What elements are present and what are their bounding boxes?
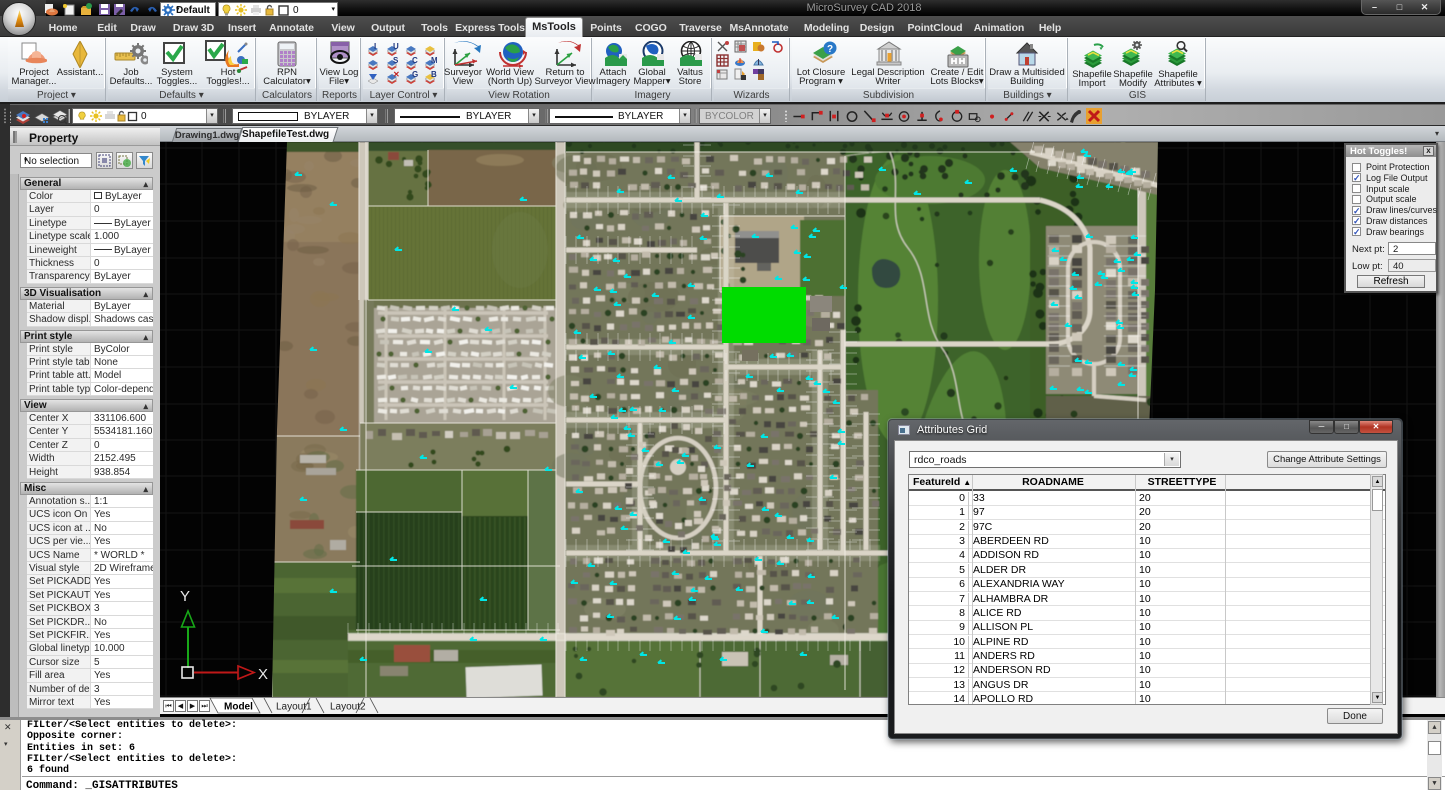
svg-text:S: S: [393, 56, 399, 65]
svg-text:G: G: [412, 70, 418, 79]
svg-text:C: C: [412, 56, 418, 65]
svg-text:X: X: [258, 666, 268, 683]
svg-text:✕: ✕: [393, 70, 399, 79]
svg-text:?: ?: [827, 44, 833, 55]
svg-text:I: I: [374, 42, 376, 51]
svg-text:M: M: [431, 56, 437, 65]
svg-text:Model: Model: [224, 702, 253, 713]
svg-text:Layout1: Layout1: [276, 702, 312, 713]
svg-text:U: U: [393, 42, 399, 51]
svg-text:Y: Y: [180, 588, 190, 605]
svg-text:Layout2: Layout2: [330, 702, 366, 713]
